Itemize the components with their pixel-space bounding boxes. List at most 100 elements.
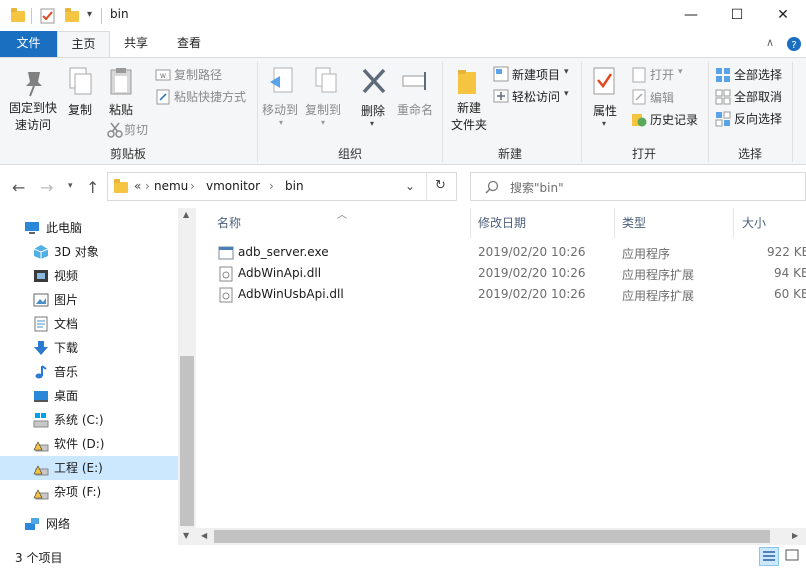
table-row[interactable]: adb_server.exe 2019/02/20 10:26 应用程序 922… (196, 242, 806, 263)
column-header-name[interactable]: 名称 (217, 214, 241, 231)
scroll-down-icon[interactable]: ▼ (183, 531, 189, 540)
breadcrumb-nemu[interactable]: nemu (154, 179, 188, 193)
help-icon[interactable]: ? (786, 36, 802, 52)
up-arrow-icon[interactable]: ↑ (86, 178, 99, 197)
nav-item-this-pc[interactable]: 此电脑 (0, 216, 178, 240)
video-icon (34, 270, 48, 282)
open-dropdown-icon[interactable]: ▾ (678, 67, 683, 77)
horizontal-scrollbar[interactable]: ◀ ▶ (196, 528, 806, 545)
paste-button[interactable]: 粘贴 (109, 101, 133, 118)
ribbon: 固定到快 速访问 复制 粘贴 W 复制路径 粘贴快捷方式 剪切 剪贴板 移动到 … (0, 57, 806, 165)
address-bar[interactable]: « › nemu › vmonitor › bin ⌄ ↻ (107, 172, 457, 201)
rename-button[interactable]: 重命名 (397, 101, 433, 118)
edit-button[interactable]: 编辑 (650, 89, 674, 106)
properties-dropdown-icon[interactable]: ▾ (602, 119, 606, 128)
recent-locations-dropdown-icon[interactable]: ▾ (68, 181, 73, 191)
nav-item-drive-c[interactable]: 系统 (C:) (0, 408, 178, 432)
column-header-size[interactable]: 大小 (742, 214, 766, 231)
copy-path-button[interactable]: 复制路径 (174, 66, 222, 83)
pin-quick-access-button[interactable]: 固定到快 速访问 (4, 100, 62, 134)
breadcrumb-separator-icon[interactable]: › (145, 179, 150, 193)
nav-scrollbar[interactable]: ▲ ▼ (178, 208, 196, 545)
cut-button[interactable]: 剪切 (124, 121, 148, 138)
column-header-date[interactable]: 修改日期 (478, 214, 526, 231)
file-date: 2019/02/20 10:26 (478, 287, 586, 301)
scroll-right-icon[interactable]: ▶ (792, 531, 798, 540)
new-item-button[interactable]: 新建项目 (512, 66, 560, 83)
new-group-label: 新建 (497, 147, 522, 161)
horizontal-scrollbar-thumb[interactable] (214, 530, 770, 543)
nav-item-pictures[interactable]: 图片 (0, 288, 178, 312)
breadcrumb-bin[interactable]: bin (285, 179, 304, 193)
back-arrow-icon[interactable]: ← (12, 178, 25, 197)
breadcrumb-separator-icon[interactable]: › (269, 179, 274, 193)
new-folder-quick-icon[interactable] (65, 8, 79, 22)
search-box[interactable]: 搜索"bin" (470, 172, 806, 201)
delete-dropdown-icon[interactable]: ▾ (370, 119, 374, 128)
tab-view[interactable]: 查看 (164, 31, 214, 57)
refresh-icon[interactable]: ↻ (435, 178, 446, 193)
copy-button[interactable]: 复制 (68, 101, 92, 118)
tab-share[interactable]: 共享 (112, 31, 160, 57)
easy-access-dropdown-icon[interactable]: ▾ (564, 89, 569, 99)
column-separator[interactable] (733, 208, 734, 238)
close-button[interactable]: ✕ (760, 0, 806, 31)
nav-item-music[interactable]: 音乐 (0, 360, 178, 384)
file-date: 2019/02/20 10:26 (478, 266, 586, 280)
minimize-button[interactable]: — (668, 0, 714, 31)
invert-selection-button[interactable]: 反向选择 (734, 110, 782, 127)
select-none-button[interactable]: 全部取消 (734, 88, 782, 105)
details-view-button[interactable] (759, 547, 779, 566)
breadcrumb-vmonitor[interactable]: vmonitor (206, 179, 260, 193)
nav-item-drive-d[interactable]: 软件 (D:) (0, 432, 178, 456)
tab-home[interactable]: 主页 (57, 31, 110, 58)
nav-scrollbar-thumb[interactable] (180, 356, 194, 526)
move-to-dropdown-icon[interactable]: ▾ (279, 118, 283, 127)
move-to-button[interactable]: 移动到 (262, 101, 298, 118)
ribbon-collapse-icon[interactable]: ∧ (766, 36, 774, 49)
table-row[interactable]: AdbWinUsbApi.dll 2019/02/20 10:26 应用程序扩展… (196, 284, 806, 305)
address-dropdown-icon[interactable]: ⌄ (405, 179, 415, 193)
item-count: 3 个项目 (15, 551, 63, 565)
nav-item-network[interactable]: 网络 (0, 512, 178, 536)
select-all-button[interactable]: 全部选择 (734, 66, 782, 83)
properties-quick-icon[interactable] (40, 8, 56, 24)
delete-button[interactable]: 删除 (361, 102, 385, 119)
column-separator[interactable] (614, 208, 615, 238)
maximize-button[interactable]: ☐ (714, 0, 760, 31)
paste-shortcut-button[interactable]: 粘贴快捷方式 (174, 88, 246, 105)
easy-access-button[interactable]: 轻松访问 (512, 88, 560, 105)
table-row[interactable]: AdbWinApi.dll 2019/02/20 10:26 应用程序扩展 94… (196, 263, 806, 284)
copy-to-button[interactable]: 复制到 (305, 101, 341, 118)
file-name: AdbWinApi.dll (238, 266, 322, 280)
organize-group-label: 组织 (337, 147, 362, 161)
nav-item-downloads[interactable]: 下载 (0, 336, 178, 360)
navigation-pane: 此电脑 3D 对象 视频 图片 文档 下载 音乐 桌面 系统 (C:) 软件 (… (0, 208, 196, 545)
properties-button[interactable]: 属性 (593, 102, 617, 119)
nav-item-drive-e[interactable]: 工程 (E:) (0, 456, 178, 480)
large-icons-view-button[interactable] (783, 547, 803, 566)
file-name: AdbWinUsbApi.dll (238, 287, 344, 301)
new-item-dropdown-icon[interactable]: ▾ (564, 67, 569, 77)
history-icon (632, 114, 647, 127)
3d-objects-icon (33, 245, 49, 259)
tab-file[interactable]: 文件 (0, 31, 57, 57)
open-button[interactable]: 打开 (650, 66, 674, 83)
nav-item-drive-f[interactable]: 杂项 (F:) (0, 480, 178, 504)
column-separator[interactable] (470, 208, 471, 238)
scroll-up-icon[interactable]: ▲ (183, 210, 189, 219)
quick-access-dropdown-icon[interactable]: ▾ (87, 9, 92, 20)
nav-item-video[interactable]: 视频 (0, 264, 178, 288)
forward-arrow-icon[interactable]: → (40, 178, 53, 197)
nav-item-3d-objects[interactable]: 3D 对象 (0, 240, 178, 264)
breadcrumb-overflow[interactable]: « (134, 179, 141, 193)
file-list: ︿ 名称 修改日期 类型 大小 adb_server.exe 2019/02/2… (196, 208, 806, 545)
column-header-type[interactable]: 类型 (622, 214, 646, 231)
breadcrumb-separator-icon[interactable]: › (190, 179, 195, 193)
nav-item-documents[interactable]: 文档 (0, 312, 178, 336)
scroll-left-icon[interactable]: ◀ (201, 531, 207, 540)
new-folder-button[interactable]: 新建 文件夹 (449, 100, 489, 134)
history-button[interactable]: 历史记录 (650, 111, 698, 128)
copy-to-dropdown-icon[interactable]: ▾ (321, 118, 325, 127)
nav-item-desktop[interactable]: 桌面 (0, 384, 178, 408)
